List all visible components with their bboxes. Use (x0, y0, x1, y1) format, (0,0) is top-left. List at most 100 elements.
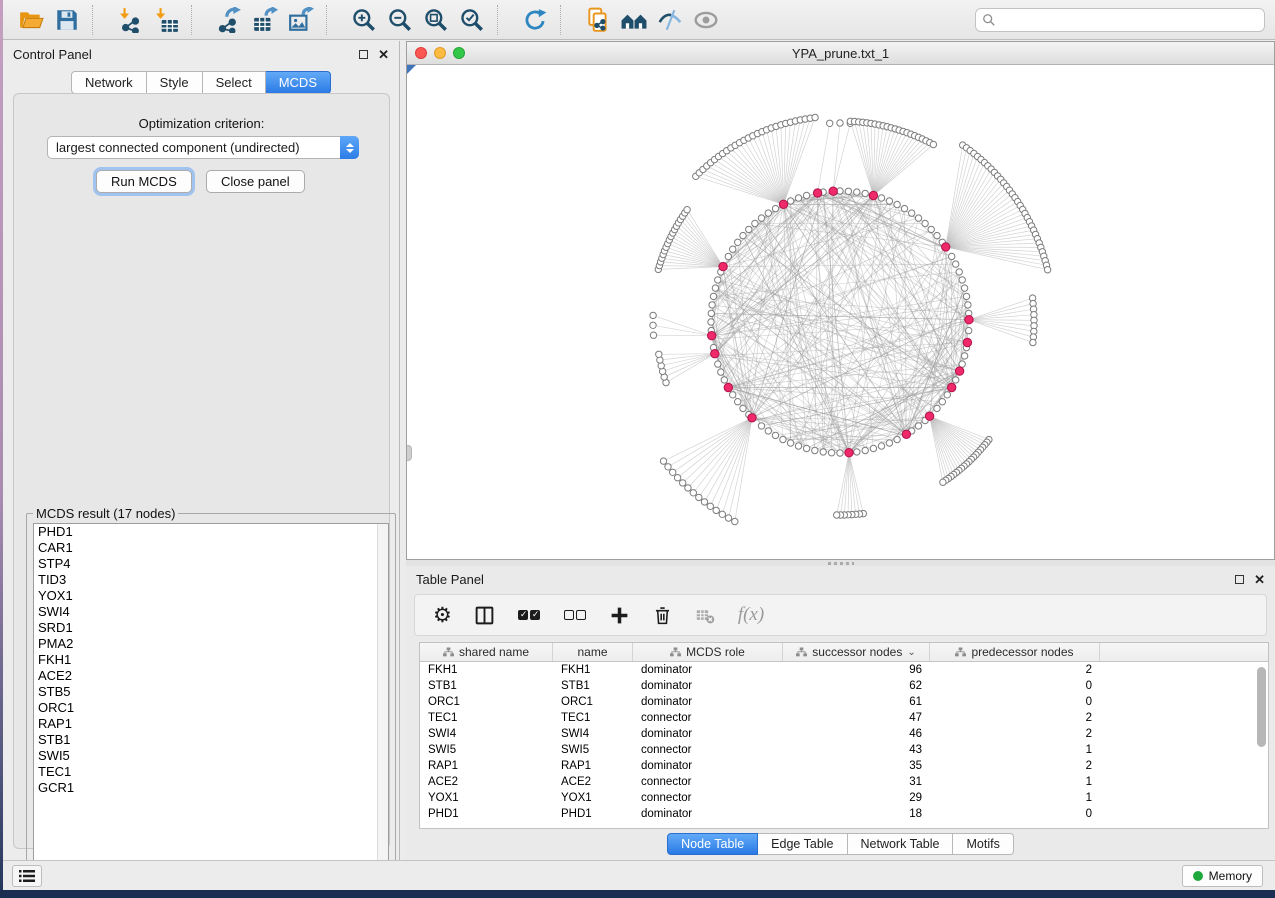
zoom-in-icon[interactable] (346, 3, 382, 37)
mcds-result-item[interactable]: ACE2 (34, 668, 388, 684)
column-header-MCDS-role[interactable]: MCDS role (633, 643, 783, 661)
refresh-icon[interactable] (517, 3, 553, 37)
tab-network[interactable]: Network (71, 71, 147, 94)
table-settings-gear-icon[interactable]: ⚙ (433, 600, 452, 630)
save-session-icon[interactable] (49, 3, 85, 37)
import-table-icon[interactable] (148, 3, 184, 37)
mcds-node[interactable] (829, 187, 837, 195)
mcds-node[interactable] (845, 449, 853, 457)
table-row[interactable]: ACE2ACE2connector311 (420, 774, 1268, 790)
column-header-successor-nodes[interactable]: successor nodes⌄ (783, 643, 930, 661)
mcds-result-item[interactable]: RAP1 (34, 716, 388, 732)
select-all-columns-icon[interactable] (517, 600, 541, 630)
unselect-all-columns-icon[interactable] (563, 600, 587, 630)
tab-select[interactable]: Select (203, 71, 266, 94)
mcds-result-item[interactable]: ORC1 (34, 700, 388, 716)
tab-motifs[interactable]: Motifs (953, 833, 1013, 855)
tab-network-table[interactable]: Network Table (848, 833, 954, 855)
show-all-icon[interactable] (688, 3, 724, 37)
node-table[interactable]: shared namenameMCDS rolesuccessor nodes⌄… (419, 642, 1269, 829)
search-input[interactable] (975, 8, 1265, 32)
mcds-node[interactable] (813, 189, 821, 197)
mcds-list-scrollbar[interactable] (377, 524, 388, 868)
mcds-node[interactable] (963, 338, 971, 346)
collapsed-splitter-handle[interactable] (407, 445, 412, 461)
mcds-node[interactable] (708, 332, 716, 340)
mcds-result-item[interactable]: PMA2 (34, 636, 388, 652)
table-row[interactable]: YOX1YOX1connector291 (420, 790, 1268, 806)
network-window-titlebar[interactable]: YPA_prune.txt_1 (407, 42, 1274, 65)
search-field (975, 8, 1265, 32)
mcds-result-item[interactable]: STB1 (34, 732, 388, 748)
column-header-predecessor-nodes[interactable]: predecessor nodes (930, 643, 1100, 661)
close-panel-button[interactable]: Close panel (206, 170, 305, 193)
tab-edge-table[interactable]: Edge Table (758, 833, 847, 855)
optimization-criterion-select[interactable]: largest connected component (undirected) (47, 136, 359, 159)
mcds-node[interactable] (869, 191, 877, 199)
mcds-node[interactable] (955, 367, 963, 375)
mcds-node[interactable] (948, 383, 956, 391)
tab-style[interactable]: Style (147, 71, 203, 94)
table-row[interactable]: ORC1ORC1dominator610 (420, 694, 1268, 710)
float-table-panel-icon[interactable] (1235, 575, 1244, 584)
mcds-result-list[interactable]: PHD1CAR1STP4TID3YOX1SWI4SRD1PMA2FKH1ACE2… (33, 523, 389, 869)
hide-selection-icon[interactable] (652, 3, 688, 37)
zoom-fit-icon[interactable] (418, 3, 454, 37)
mcds-node[interactable] (925, 412, 933, 420)
mcds-result-item[interactable]: YOX1 (34, 588, 388, 604)
table-row[interactable]: STB1STB1dominator620 (420, 678, 1268, 694)
mcds-result-item[interactable]: SRD1 (34, 620, 388, 636)
column-layout-icon[interactable] (474, 600, 495, 630)
add-column-icon[interactable] (609, 600, 630, 630)
first-neighbors-icon[interactable] (616, 3, 652, 37)
table-row[interactable]: FKH1FKH1dominator962 (420, 662, 1268, 678)
close-table-panel-icon[interactable]: ✕ (1254, 573, 1265, 586)
network-canvas[interactable] (407, 65, 1274, 559)
table-scrollbar-thumb[interactable] (1257, 667, 1266, 747)
task-history-button[interactable] (12, 865, 42, 887)
column-header-shared-name[interactable]: shared name (420, 643, 553, 661)
column-header-name[interactable]: name (553, 643, 633, 661)
export-network-icon[interactable] (211, 3, 247, 37)
table-row[interactable]: SWI5SWI5connector431 (420, 742, 1268, 758)
memory-button[interactable]: Memory (1182, 865, 1263, 887)
tab-mcds[interactable]: MCDS (266, 71, 331, 94)
mcds-result-item[interactable]: FKH1 (34, 652, 388, 668)
table-cell: 47 (783, 710, 930, 726)
zoom-selected-icon[interactable] (454, 3, 490, 37)
mcds-result-item[interactable]: STB5 (34, 684, 388, 700)
mcds-node[interactable] (748, 414, 756, 422)
mcds-node[interactable] (711, 350, 719, 358)
mcds-node[interactable] (942, 243, 950, 251)
export-table-icon[interactable] (247, 3, 283, 37)
mcds-result-item[interactable]: SWI5 (34, 748, 388, 764)
open-file-icon[interactable] (13, 3, 49, 37)
table-row[interactable]: RAP1RAP1dominator352 (420, 758, 1268, 774)
mcds-result-item[interactable]: STP4 (34, 556, 388, 572)
mcds-result-item[interactable]: TEC1 (34, 764, 388, 780)
mcds-node[interactable] (719, 262, 727, 270)
table-row[interactable]: TEC1TEC1connector472 (420, 710, 1268, 726)
mcds-result-item[interactable]: CAR1 (34, 540, 388, 556)
mcds-node[interactable] (902, 430, 910, 438)
share-document-icon[interactable] (580, 3, 616, 37)
mcds-node[interactable] (724, 383, 732, 391)
mcds-node[interactable] (779, 200, 787, 208)
table-row[interactable]: SWI4SWI4dominator462 (420, 726, 1268, 742)
close-panel-icon[interactable]: ✕ (378, 48, 389, 61)
run-mcds-button[interactable]: Run MCDS (96, 170, 192, 193)
table-cell: 96 (783, 662, 930, 678)
import-network-icon[interactable] (112, 3, 148, 37)
mcds-result-item[interactable]: GCR1 (34, 780, 388, 796)
zoom-out-icon[interactable] (382, 3, 418, 37)
mcds-result-item[interactable]: TID3 (34, 572, 388, 588)
export-image-icon[interactable] (283, 3, 319, 37)
float-panel-icon[interactable] (359, 50, 368, 59)
table-row[interactable]: PHD1PHD1dominator180 (420, 806, 1268, 822)
mcds-result-item[interactable]: SWI4 (34, 604, 388, 620)
tab-node-table[interactable]: Node Table (667, 833, 758, 855)
birdseye-corner-icon[interactable] (407, 65, 416, 74)
mcds-node[interactable] (965, 316, 973, 324)
mcds-result-item[interactable]: PHD1 (34, 524, 388, 540)
delete-columns-icon[interactable] (652, 600, 673, 630)
